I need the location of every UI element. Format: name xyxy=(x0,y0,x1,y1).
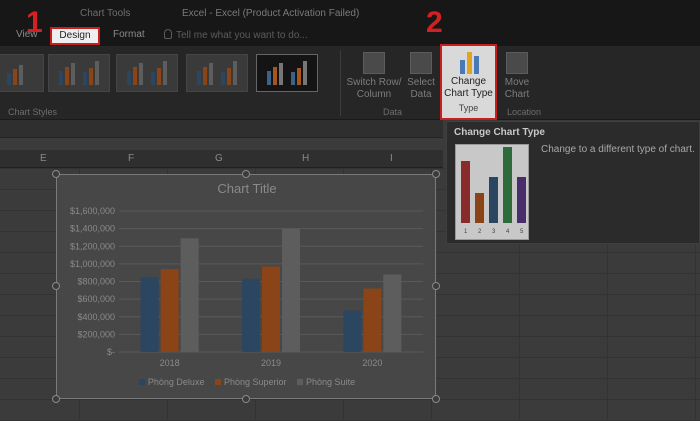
bar[interactable] xyxy=(343,310,362,352)
y-tick-label: $1,200,000 xyxy=(70,241,115,251)
change-chart-type-icon xyxy=(456,50,482,74)
chart-style-thumb-2[interactable] xyxy=(48,54,110,92)
y-tick-label: $1,400,000 xyxy=(70,224,115,234)
resize-handle[interactable] xyxy=(432,395,440,403)
resize-handle[interactable] xyxy=(432,170,440,178)
move-chart-label: Move Chart xyxy=(504,77,530,100)
step-1-annotation: 1 xyxy=(26,6,43,39)
chart-style-thumb-4[interactable] xyxy=(186,54,248,92)
bar[interactable] xyxy=(140,277,159,352)
column-header[interactable]: H xyxy=(302,153,309,164)
tooltip-description: Change to a different type of chart. xyxy=(541,144,695,155)
x-tick-label: 2018 xyxy=(160,358,180,368)
bar[interactable] xyxy=(262,266,280,352)
lightbulb-icon xyxy=(164,29,172,39)
resize-handle[interactable] xyxy=(52,395,60,403)
x-tick-label: 2020 xyxy=(362,358,382,368)
x-tick-label: 2019 xyxy=(261,358,281,368)
window-title: Excel - Excel (Product Activation Failed… xyxy=(182,8,360,19)
bar[interactable] xyxy=(363,288,382,352)
tooltip-title: Change Chart Type xyxy=(454,127,545,138)
column-header[interactable]: F xyxy=(128,153,134,164)
resize-handle[interactable] xyxy=(242,395,250,403)
chart-styles-group-label: Chart Styles xyxy=(8,107,58,117)
y-tick-label: $1,000,000 xyxy=(70,259,115,269)
switch-row-column-icon xyxy=(363,52,385,74)
chart-style-thumb-5[interactable] xyxy=(256,54,318,92)
bar[interactable] xyxy=(242,278,260,352)
data-group-label: Data xyxy=(383,107,403,117)
step-2-annotation: 2 xyxy=(426,6,443,39)
move-chart-button[interactable]: Move Chart xyxy=(499,52,535,101)
legend-item: Phòng Suite xyxy=(297,377,355,387)
bar[interactable] xyxy=(383,274,402,352)
column-headers: E F G H I xyxy=(0,150,443,168)
y-tick-label: $600,000 xyxy=(77,294,115,304)
column-header[interactable]: E xyxy=(40,153,47,164)
chart-area[interactable]: Chart Title $1,600,000 $1,400,000 $1,200,0… xyxy=(56,174,436,399)
formula-bar[interactable] xyxy=(0,120,443,138)
resize-handle[interactable] xyxy=(52,282,60,290)
y-tick-label: $- xyxy=(107,347,115,357)
select-data-button[interactable]: Select Data xyxy=(404,52,438,101)
tell-me-box[interactable]: Tell me what you want to do... xyxy=(164,29,308,41)
ribbon: Chart Styles Switch Row/ Column Select D… xyxy=(0,46,700,120)
column-header[interactable]: I xyxy=(390,153,393,164)
select-data-icon xyxy=(410,52,432,74)
y-tick-label: $800,000 xyxy=(77,277,115,287)
change-chart-type-button[interactable]: Change Chart Type Type xyxy=(440,44,497,120)
group-separator xyxy=(340,50,341,116)
move-chart-icon xyxy=(506,52,528,74)
bar[interactable] xyxy=(160,269,179,352)
tab-design[interactable]: Design xyxy=(50,27,100,45)
type-group-label: Type xyxy=(458,103,479,113)
y-tick-label: $400,000 xyxy=(77,312,115,322)
location-group-label: Location xyxy=(507,107,542,117)
switch-row-column-label: Switch Row/ Column xyxy=(346,77,402,100)
tell-me-placeholder: Tell me what you want to do... xyxy=(176,30,308,41)
change-chart-type-tooltip: Change Chart Type 12345 Change to a diff… xyxy=(446,121,700,244)
select-data-label: Select Data xyxy=(407,77,435,100)
legend-item: Phòng Superior xyxy=(214,377,287,387)
chart-style-thumb-3[interactable] xyxy=(116,54,178,92)
chart-style-thumb-1[interactable] xyxy=(0,54,44,92)
title-bar: Chart Tools Excel - Excel (Product Activ… xyxy=(0,0,700,26)
y-tick-label: $200,000 xyxy=(77,329,115,339)
chart-type-preview-icon: 12345 xyxy=(455,144,529,240)
resize-handle[interactable] xyxy=(242,170,250,178)
column-header[interactable]: G xyxy=(215,153,223,164)
chart-plot[interactable]: $1,600,000 $1,400,000 $1,200,000 $1,000,000… xyxy=(57,175,437,400)
change-chart-type-label: Change Chart Type xyxy=(444,76,493,99)
legend-item: Phòng Deluxe xyxy=(138,377,204,387)
bar[interactable] xyxy=(282,228,300,352)
bar[interactable] xyxy=(180,238,199,352)
chart-legend[interactable]: Phòng Deluxe Phòng Superior Phòng Suite xyxy=(57,377,437,387)
ribbon-tabs: View Design Format Tell me what you want… xyxy=(0,26,700,46)
chart-tools-label: Chart Tools xyxy=(80,8,131,19)
switch-row-column-button[interactable]: Switch Row/ Column xyxy=(344,52,404,101)
resize-handle[interactable] xyxy=(432,282,440,290)
tab-format[interactable]: Format xyxy=(113,29,145,40)
resize-handle[interactable] xyxy=(52,170,60,178)
y-tick-label: $1,600,000 xyxy=(70,206,115,216)
